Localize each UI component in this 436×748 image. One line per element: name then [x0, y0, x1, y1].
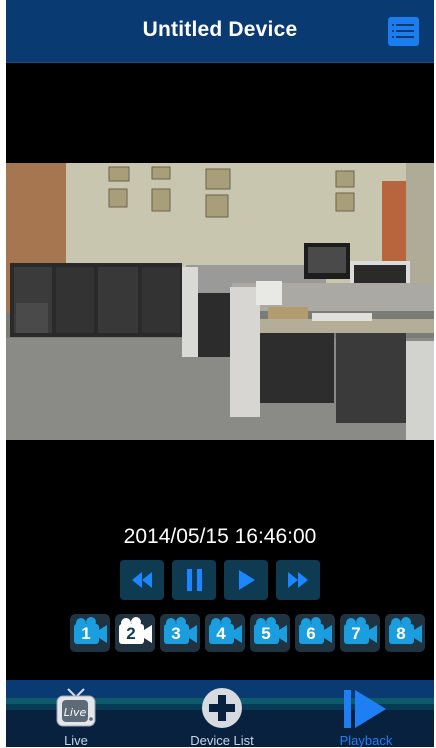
tab-label: Live: [64, 733, 88, 748]
fast-forward-button[interactable]: [276, 560, 320, 600]
pause-button[interactable]: [172, 560, 216, 600]
tv-icon-label: Live: [64, 706, 87, 719]
camera-3-button[interactable]: 3: [160, 614, 200, 652]
camera-number: 6: [306, 624, 316, 643]
fast-forward-icon: [288, 572, 308, 588]
camera-number: 8: [396, 624, 406, 643]
tab-label: Playback: [339, 733, 393, 748]
plus-circle-icon: [202, 688, 242, 728]
camera-7-button[interactable]: 7: [340, 614, 380, 652]
rewind-icon: [132, 572, 152, 588]
camera-4-button[interactable]: 4: [205, 614, 245, 652]
play-icon: [239, 570, 255, 590]
pause-icon: [187, 569, 202, 591]
camera-number: 2: [126, 624, 136, 643]
playback-icon: [344, 690, 386, 728]
camera-5-button[interactable]: 5: [250, 614, 290, 652]
tv-icon: Live: [56, 688, 96, 727]
camera-number: 7: [351, 624, 361, 643]
camera-1-button[interactable]: 1: [70, 614, 110, 652]
playback-timestamp: 2014/05/15 16:46:00: [123, 525, 317, 548]
rewind-button[interactable]: [120, 560, 164, 600]
camera-6-button[interactable]: 6: [295, 614, 335, 652]
camera-8-button[interactable]: 8: [385, 614, 425, 652]
camera-number: 3: [171, 624, 181, 643]
camera-number: 4: [216, 624, 226, 643]
camera-image: [6, 163, 434, 440]
play-button[interactable]: [224, 560, 268, 600]
page-title: Untitled Device: [142, 18, 298, 41]
tab-label: Device List: [190, 733, 254, 748]
camera-2-button[interactable]: 2: [115, 614, 155, 652]
app-screen: Untitled Device 2014/05/15 16:46:00 1 2 …: [6, 0, 434, 748]
list-menu-button[interactable]: [388, 17, 419, 46]
navigation-bar: Untitled Device: [6, 0, 434, 63]
camera-number: 1: [81, 624, 91, 643]
camera-number: 5: [261, 624, 271, 643]
video-feed[interactable]: [6, 163, 434, 440]
